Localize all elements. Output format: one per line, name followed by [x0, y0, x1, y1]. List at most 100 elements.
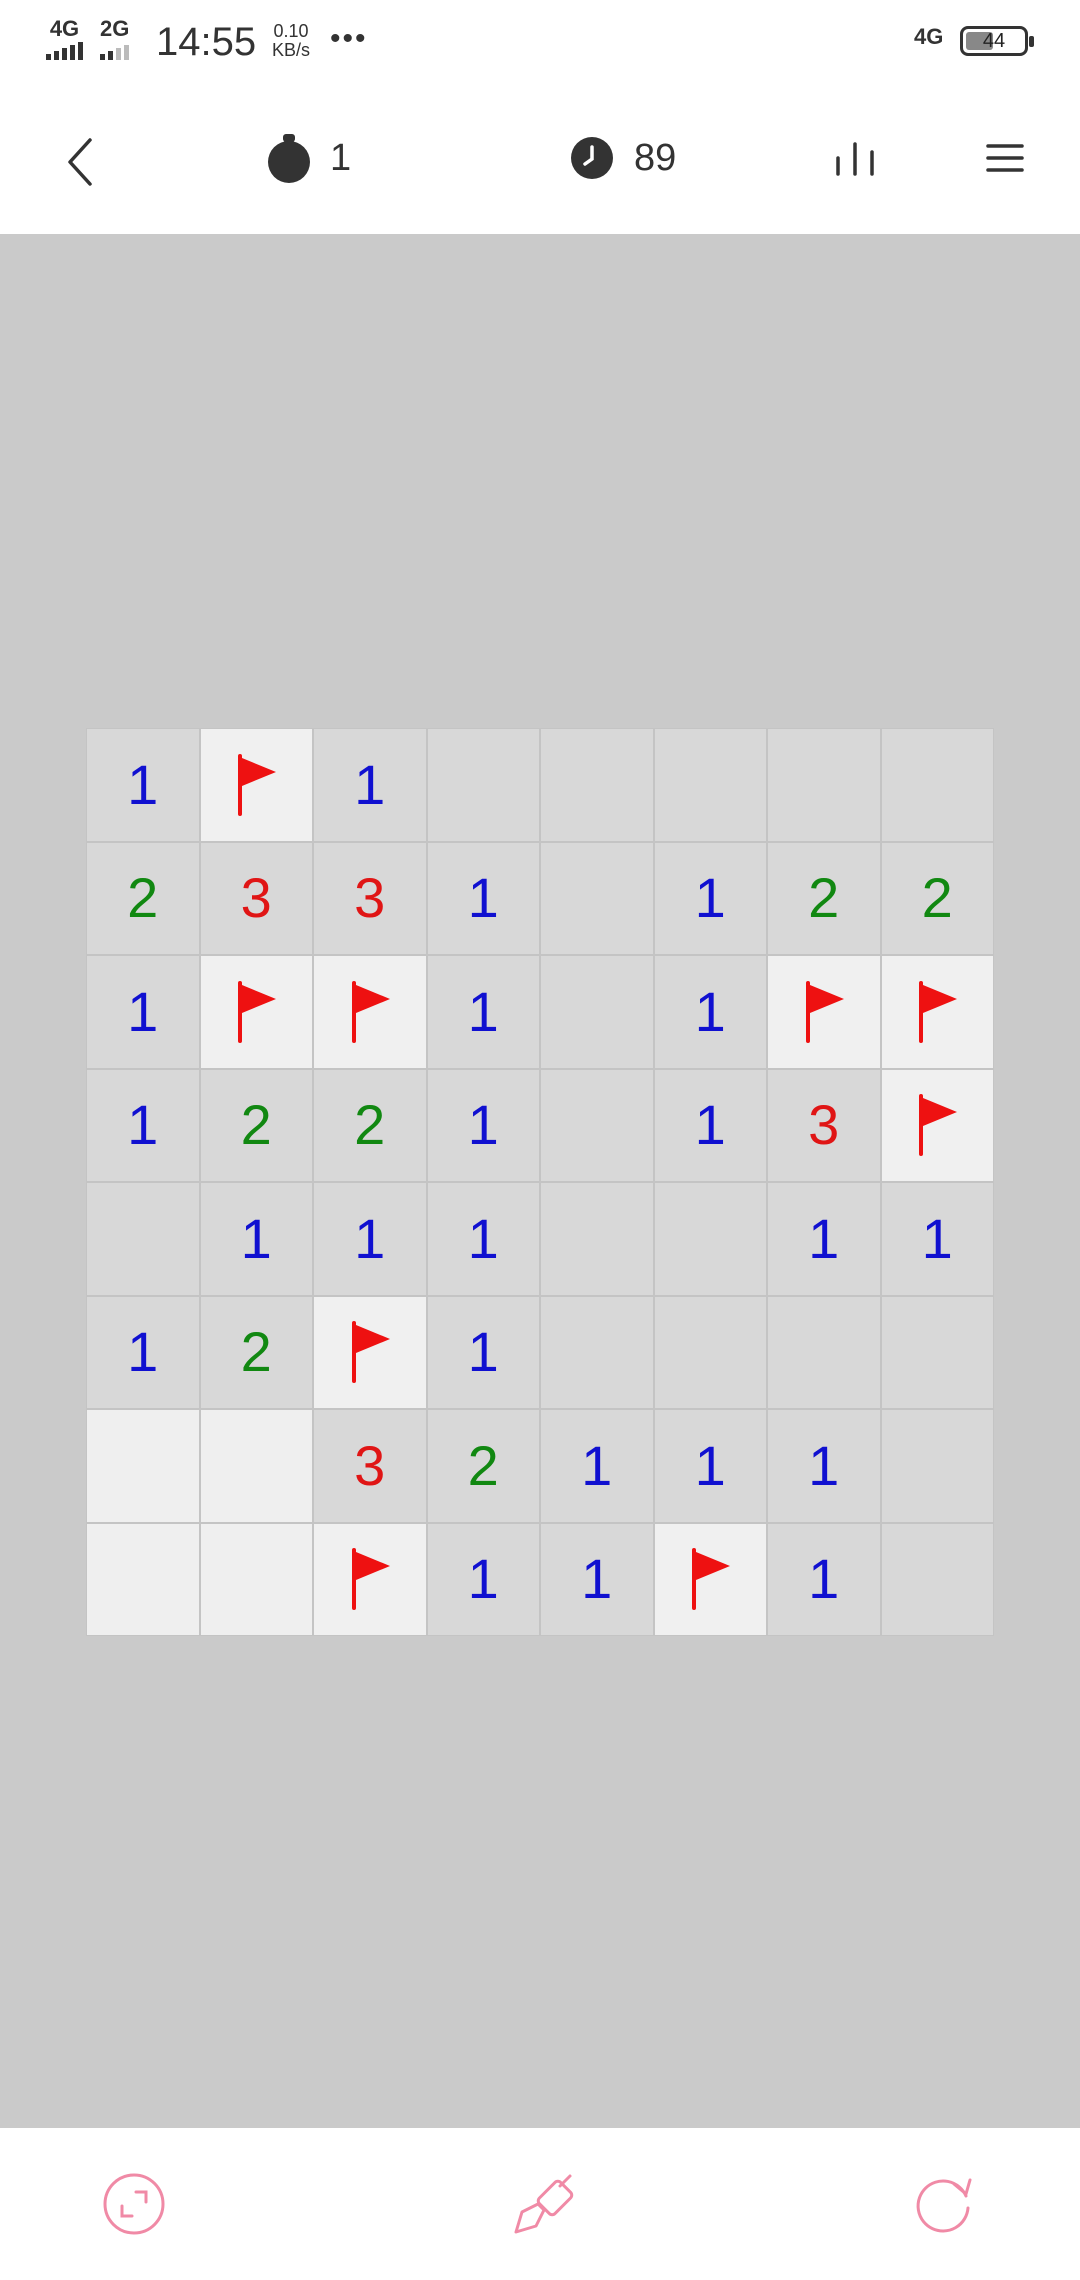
restart-button[interactable] — [912, 2172, 976, 2241]
cell-number: 1 — [581, 1547, 613, 1611]
revealed-empty-cell[interactable] — [880, 1295, 994, 1409]
cell-number: 1 — [467, 1547, 499, 1611]
empty-cell[interactable] — [86, 1522, 200, 1636]
revealed-empty-cell[interactable] — [540, 1068, 654, 1182]
revealed-empty-cell[interactable] — [880, 1522, 994, 1636]
network-2g-label: 2G — [100, 16, 130, 41]
number-cell[interactable]: 1 — [426, 955, 540, 1069]
number-cell[interactable]: 1 — [86, 1295, 200, 1409]
revealed-empty-cell[interactable] — [767, 728, 881, 842]
number-cell[interactable]: 1 — [653, 1409, 767, 1523]
flag-icon — [351, 1548, 390, 1611]
revealed-empty-cell[interactable] — [653, 1295, 767, 1409]
signal-4g: 4G — [46, 18, 83, 60]
flagged-cell[interactable] — [313, 1522, 427, 1636]
cell-number: 1 — [354, 752, 386, 816]
flagged-cell[interactable] — [653, 1522, 767, 1636]
revealed-empty-cell[interactable] — [767, 1295, 881, 1409]
flagged-cell[interactable] — [313, 955, 427, 1069]
number-cell[interactable]: 2 — [199, 1295, 313, 1409]
stats-button[interactable] — [834, 140, 876, 181]
revealed-empty-cell[interactable] — [540, 955, 654, 1069]
dig-mode-button[interactable] — [508, 2170, 576, 2243]
number-cell[interactable]: 1 — [653, 841, 767, 955]
cell-number: 1 — [467, 979, 499, 1043]
number-cell[interactable]: 1 — [426, 1068, 540, 1182]
number-cell[interactable]: 1 — [86, 955, 200, 1069]
number-cell[interactable]: 2 — [313, 1068, 427, 1182]
cell-number: 1 — [581, 1433, 613, 1497]
number-cell[interactable]: 2 — [880, 841, 994, 955]
number-cell[interactable]: 1 — [426, 1522, 540, 1636]
revealed-empty-cell[interactable] — [540, 1295, 654, 1409]
more-notifications-icon: ••• — [330, 22, 368, 55]
cell-number: 1 — [808, 1547, 840, 1611]
number-cell[interactable]: 1 — [86, 728, 200, 842]
number-cell[interactable]: 3 — [767, 1068, 881, 1182]
revealed-empty-cell[interactable] — [426, 728, 540, 842]
signal-2g: 2G — [100, 18, 129, 60]
bomb-icon — [268, 134, 310, 183]
revealed-empty-cell[interactable] — [653, 728, 767, 842]
cell-number: 2 — [127, 866, 159, 930]
flag-icon — [351, 980, 390, 1043]
flagged-cell[interactable] — [199, 955, 313, 1069]
flagged-cell[interactable] — [199, 728, 313, 842]
status-bar: 4G 2G 14:55 0.10 KB/s ••• 4G 44 — [0, 0, 1080, 84]
number-cell[interactable]: 1 — [540, 1522, 654, 1636]
flagged-cell[interactable] — [880, 955, 994, 1069]
revealed-empty-cell[interactable] — [540, 1182, 654, 1296]
back-button[interactable] — [60, 132, 100, 197]
cell-number: 3 — [354, 866, 386, 930]
number-cell[interactable]: 1 — [767, 1522, 881, 1636]
expand-button[interactable] — [102, 2172, 166, 2241]
revealed-empty-cell[interactable] — [880, 728, 994, 842]
battery-icon: 44 — [960, 26, 1034, 56]
number-cell[interactable]: 1 — [880, 1182, 994, 1296]
timer-value: 89 — [634, 136, 677, 179]
number-cell[interactable]: 2 — [767, 841, 881, 955]
number-cell[interactable]: 3 — [199, 841, 313, 955]
revealed-empty-cell[interactable] — [86, 1182, 200, 1296]
number-cell[interactable]: 1 — [653, 1068, 767, 1182]
network-4g-label: 4G — [49, 16, 80, 41]
flag-icon — [351, 1321, 390, 1384]
number-cell[interactable]: 1 — [653, 955, 767, 1069]
number-cell[interactable]: 1 — [767, 1409, 881, 1523]
empty-cell[interactable] — [86, 1409, 200, 1523]
number-cell[interactable]: 3 — [313, 841, 427, 955]
number-cell[interactable]: 1 — [767, 1182, 881, 1296]
game-toolbar: 1 89 — [0, 84, 1080, 234]
menu-button[interactable] — [986, 142, 1024, 179]
number-cell[interactable]: 1 — [199, 1182, 313, 1296]
battery-level: 44 — [982, 30, 1006, 52]
number-cell[interactable]: 1 — [313, 728, 427, 842]
flagged-cell[interactable] — [880, 1068, 994, 1182]
number-cell[interactable]: 2 — [426, 1409, 540, 1523]
number-cell[interactable]: 1 — [426, 1182, 540, 1296]
cell-number: 1 — [127, 1320, 159, 1384]
number-cell[interactable]: 2 — [199, 1068, 313, 1182]
number-cell[interactable]: 2 — [86, 841, 200, 955]
cell-number: 1 — [694, 1433, 726, 1497]
number-cell[interactable]: 1 — [313, 1182, 427, 1296]
revealed-empty-cell[interactable] — [653, 1182, 767, 1296]
cell-number: 1 — [467, 1320, 499, 1384]
revealed-empty-cell[interactable] — [540, 841, 654, 955]
number-cell[interactable]: 3 — [313, 1409, 427, 1523]
cell-number: 1 — [127, 752, 159, 816]
cell-number: 1 — [354, 1206, 386, 1270]
number-cell[interactable]: 1 — [86, 1068, 200, 1182]
number-cell[interactable]: 1 — [540, 1409, 654, 1523]
number-cell[interactable]: 1 — [426, 841, 540, 955]
flagged-cell[interactable] — [313, 1295, 427, 1409]
flagged-cell[interactable] — [767, 955, 881, 1069]
cell-number: 1 — [467, 1093, 499, 1157]
restart-icon — [916, 2178, 972, 2233]
empty-cell[interactable] — [199, 1522, 313, 1636]
revealed-empty-cell[interactable] — [880, 1409, 994, 1523]
empty-cell[interactable] — [199, 1409, 313, 1523]
game-area: 1 1 2 3 3 1 1 2 2 1 1 1 1 2 2 1 1 3 1 1 1 1 1 1 2 1 3 2 1 1 1 1 1 1 — [0, 234, 1080, 2128]
revealed-empty-cell[interactable] — [540, 728, 654, 842]
number-cell[interactable]: 1 — [426, 1295, 540, 1409]
